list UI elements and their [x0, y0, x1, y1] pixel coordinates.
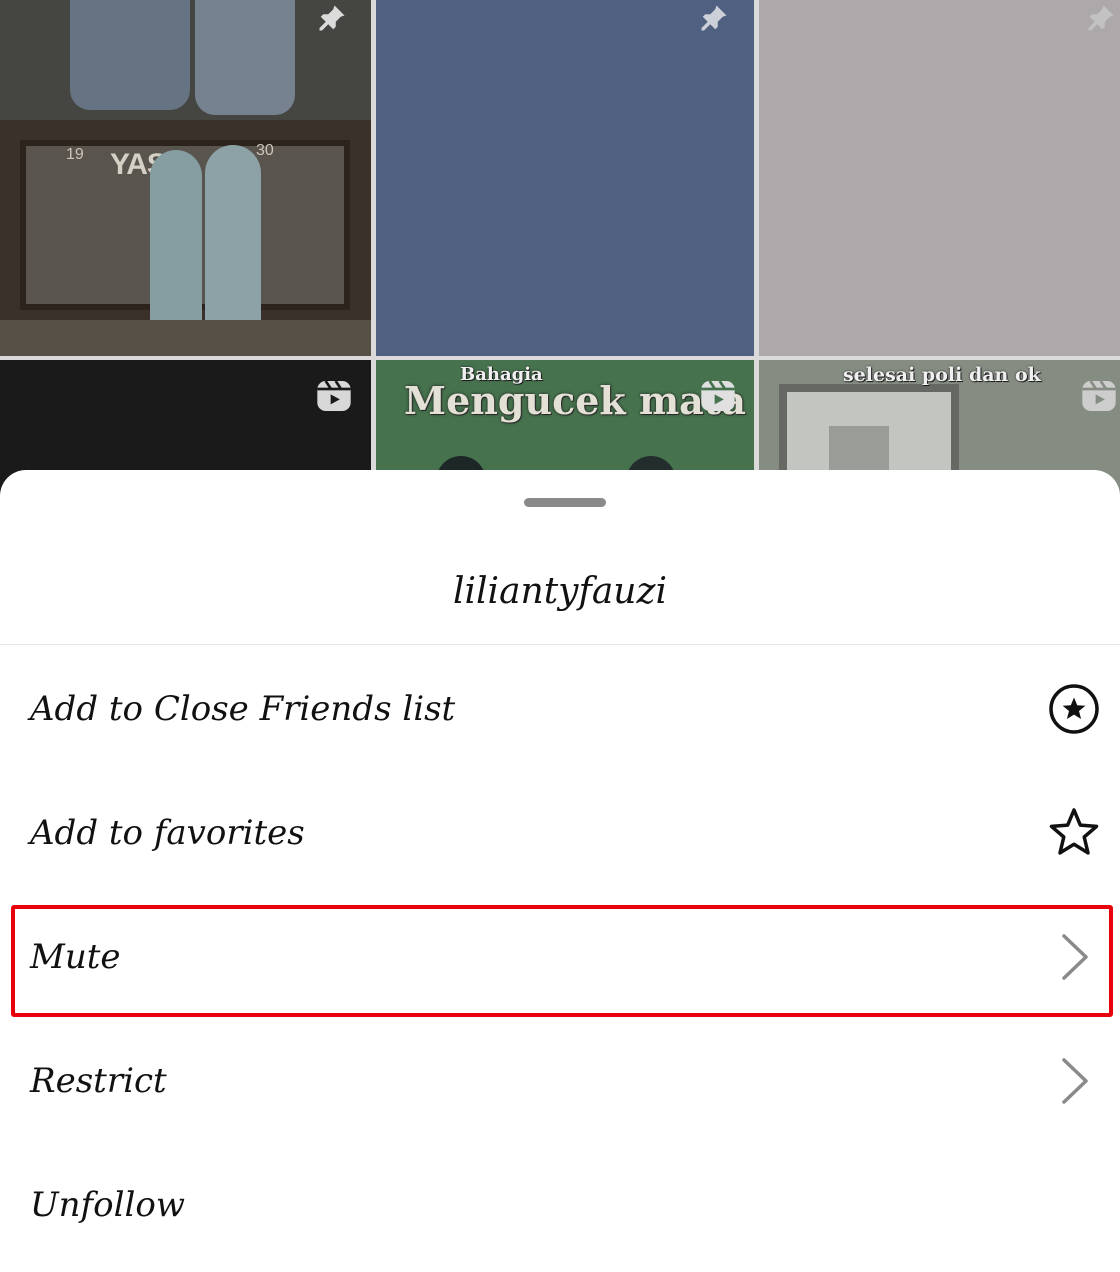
menu-item-label: Unfollow [30, 1185, 185, 1225]
restrict-item[interactable]: Restrict [0, 1026, 1120, 1136]
modal-dim-overlay[interactable] [0, 0, 1120, 500]
divider [0, 644, 1120, 645]
chevron-right-icon [1046, 1053, 1102, 1109]
menu-item-label: Mute [30, 937, 121, 977]
screen: 19 YAS 30 Bahagia Mengucek mata selesai … [0, 0, 1120, 1272]
add-to-favorites-item[interactable]: Add to favorites [0, 778, 1120, 888]
menu-item-label: Add to Close Friends list [30, 689, 456, 729]
close-friends-star-circle-icon [1046, 681, 1102, 737]
star-outline-icon [1046, 805, 1102, 861]
chevron-right-icon [1046, 929, 1102, 985]
sheet-title-username: liliantyfauzi [453, 571, 667, 612]
profile-post-grid: 19 YAS 30 Bahagia Mengucek mata selesai … [0, 0, 1120, 500]
menu-item-label: Add to favorites [30, 813, 305, 853]
add-to-close-friends-item[interactable]: Add to Close Friends list [0, 654, 1120, 764]
sheet-drag-handle[interactable] [524, 498, 606, 507]
following-options-sheet: liliantyfauzi Add to Close Friends list … [0, 470, 1120, 1272]
mute-item[interactable]: Mute [0, 902, 1120, 1012]
menu-item-label: Restrict [30, 1061, 167, 1101]
unfollow-item[interactable]: Unfollow [0, 1150, 1120, 1260]
